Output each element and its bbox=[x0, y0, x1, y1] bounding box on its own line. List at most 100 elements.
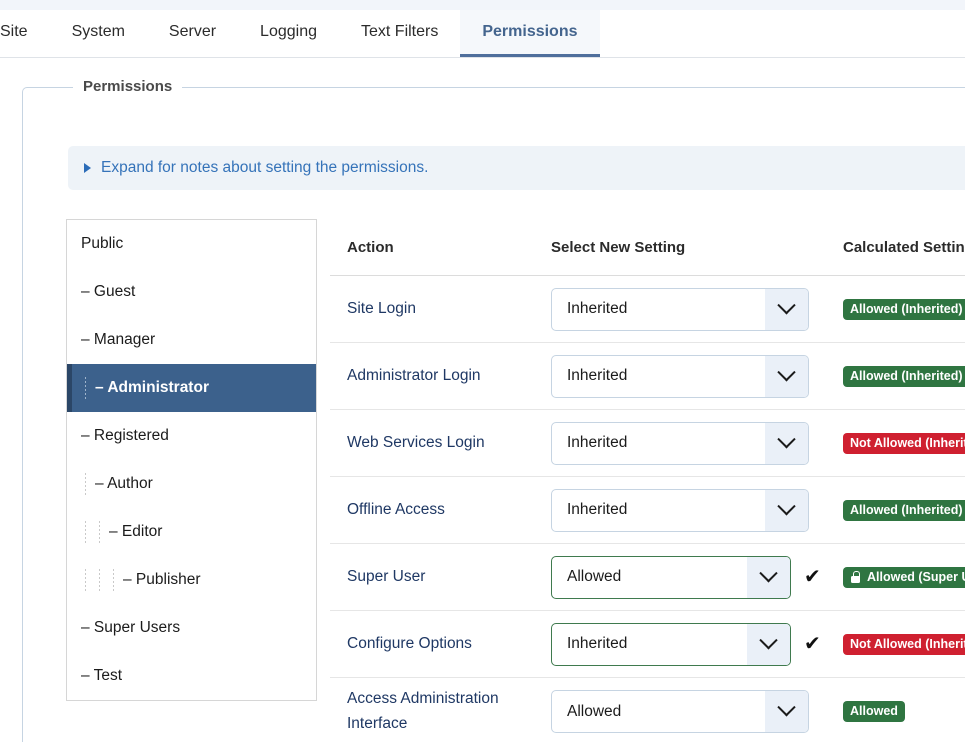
setting-select[interactable]: Inherited bbox=[551, 488, 809, 532]
table-body: Site Login Inherited Allowed (Inherited) Ad… bbox=[330, 276, 965, 742]
sidebar-item-registered[interactable]: – Registered bbox=[67, 412, 316, 460]
sidebar-item-label: – Publisher bbox=[123, 571, 201, 588]
table-row: Offline Access Inherited Allowed (Inherite… bbox=[330, 477, 965, 544]
sidebar-item-label: – Test bbox=[81, 667, 123, 684]
indent-guide-icon bbox=[81, 569, 91, 591]
chevron-down-icon[interactable] bbox=[765, 489, 808, 531]
chevron-down-icon[interactable] bbox=[765, 355, 808, 397]
setting-select[interactable]: Inherited bbox=[551, 622, 791, 666]
indent-guides bbox=[81, 569, 123, 591]
sidebar-item-manager[interactable]: – Manager bbox=[67, 316, 316, 364]
table-row: Site Login Inherited Allowed (Inherited) bbox=[330, 276, 965, 343]
sidebar-item-label: – Author bbox=[95, 475, 153, 492]
sidebar-item-guest[interactable]: – Guest bbox=[67, 268, 316, 316]
status-badge: Allowed (Inherited) bbox=[843, 298, 965, 320]
sidebar-item-super-users[interactable]: – Super Users bbox=[67, 604, 316, 652]
chevron-down-icon[interactable] bbox=[765, 422, 808, 464]
sidebar-item-author[interactable]: – Author bbox=[67, 460, 316, 508]
chevron-down-icon[interactable] bbox=[747, 556, 790, 598]
tab-site[interactable]: Site bbox=[0, 10, 50, 57]
tab-server[interactable]: Server bbox=[147, 10, 238, 57]
column-header-calculated-setting: Calculated Setting bbox=[843, 238, 965, 256]
indent-guides bbox=[81, 521, 109, 543]
sidebar-item-label: – Editor bbox=[109, 523, 163, 540]
chevron-down-icon[interactable] bbox=[747, 623, 790, 665]
check-icon: ✔ bbox=[804, 566, 821, 588]
expand-notes-label: Expand for notes about setting the permi… bbox=[101, 159, 429, 176]
status-badge: Allowed (Inherited) bbox=[843, 499, 965, 521]
calculated-setting-cell: Allowed bbox=[843, 701, 965, 722]
sidebar-item-public[interactable]: Public bbox=[67, 220, 316, 268]
table-header-row: Action Select New Setting Calculated Set… bbox=[330, 219, 965, 276]
table-row: Administrator Login Inherited Allowed (Inh… bbox=[330, 343, 965, 410]
chevron-glyph bbox=[777, 698, 796, 717]
chevron-glyph bbox=[777, 295, 796, 314]
tab-system[interactable]: System bbox=[50, 10, 147, 57]
status-badge-label: Not Allowed (Inherited) bbox=[850, 636, 965, 651]
setting-select-value: Inherited bbox=[567, 501, 628, 518]
setting-cell: Inherited bbox=[551, 287, 843, 331]
status-badge-label: Allowed (Super User) bbox=[867, 569, 965, 584]
status-badge: Allowed bbox=[843, 701, 905, 722]
tab-logging[interactable]: Logging bbox=[238, 10, 339, 57]
action-label: Web Services Login bbox=[347, 433, 485, 451]
sidebar-item-editor[interactable]: – Editor bbox=[67, 508, 316, 556]
chevron-glyph bbox=[759, 563, 778, 582]
permissions-page: Site System Server Logging Text Filters Permi… bbox=[0, 0, 965, 742]
action-label: Offline Access bbox=[347, 500, 445, 518]
table-row: Access Administration Interface Allowed Al… bbox=[330, 678, 965, 742]
expand-notes-toggle[interactable]: Expand for notes about setting the permi… bbox=[68, 146, 965, 190]
setting-cell: Allowed ✔ bbox=[551, 555, 843, 599]
sidebar-item-test[interactable]: – Test bbox=[67, 652, 316, 700]
tab-text-filters[interactable]: Text Filters bbox=[339, 10, 460, 57]
calculated-setting-cell: Not Allowed (Inherited) bbox=[843, 432, 965, 454]
sidebar-item-label: – Guest bbox=[81, 283, 136, 300]
chevron-down-icon[interactable] bbox=[765, 691, 808, 732]
chevron-glyph bbox=[777, 496, 796, 515]
chevron-down-icon[interactable] bbox=[765, 288, 808, 330]
status-badge: Allowed (Super User) bbox=[843, 566, 965, 588]
calculated-setting-cell: Allowed (Inherited) bbox=[843, 298, 965, 320]
fieldset-legend: Permissions bbox=[73, 77, 183, 97]
action-label: Site Login bbox=[347, 299, 416, 317]
indent-guides bbox=[81, 473, 95, 495]
setting-cell: Inherited bbox=[551, 354, 843, 398]
setting-select-value: Inherited bbox=[567, 434, 628, 451]
setting-select-value: Inherited bbox=[567, 300, 628, 317]
setting-select[interactable]: Inherited bbox=[551, 354, 809, 398]
indent-guide-icon bbox=[95, 569, 105, 591]
table-row: Super User Allowed ✔ Allowed (Super User) bbox=[330, 544, 965, 611]
action-label: Access Administration Interface bbox=[347, 690, 499, 732]
sidebar-item-label: – Manager bbox=[81, 331, 156, 348]
top-strip bbox=[0, 0, 965, 10]
setting-select[interactable]: Inherited bbox=[551, 287, 809, 331]
setting-select-value: Allowed bbox=[567, 702, 622, 720]
setting-select[interactable]: Allowed bbox=[551, 690, 809, 733]
status-badge-label: Allowed bbox=[850, 704, 898, 719]
sidebar-item-label: – Registered bbox=[81, 427, 169, 444]
setting-select-value: Allowed bbox=[567, 568, 622, 585]
calculated-setting-cell: Allowed (Inherited) bbox=[843, 365, 965, 387]
sidebar-item-label: – Super Users bbox=[81, 619, 181, 636]
column-header-action: Action bbox=[347, 238, 394, 256]
setting-select-value: Inherited bbox=[567, 635, 628, 652]
status-badge-label: Allowed (Inherited) bbox=[850, 301, 963, 316]
setting-select[interactable]: Allowed bbox=[551, 555, 791, 599]
table-row: Configure Options Inherited ✔ Not Allowed (… bbox=[330, 611, 965, 678]
status-badge-label: Not Allowed (Inherited) bbox=[850, 435, 965, 450]
tab-permissions[interactable]: Permissions bbox=[460, 10, 600, 57]
indent-guide-icon bbox=[109, 569, 119, 591]
chevron-glyph bbox=[777, 362, 796, 381]
sidebar-item-publisher[interactable]: – Publisher bbox=[67, 556, 316, 604]
setting-cell: Allowed bbox=[551, 690, 843, 733]
status-badge: Not Allowed (Inherited) bbox=[843, 432, 965, 454]
calculated-setting-cell: Not Allowed (Inherited) bbox=[843, 633, 965, 655]
action-label: Administrator Login bbox=[347, 366, 481, 384]
tab-bar: Site System Server Logging Text Filters Permi… bbox=[0, 10, 965, 58]
indent-guide-icon bbox=[81, 473, 91, 495]
sidebar-item-administrator[interactable]: – Administrator bbox=[67, 364, 316, 412]
action-label: Super User bbox=[347, 567, 426, 585]
chevron-glyph bbox=[777, 429, 796, 448]
status-badge-label: Allowed (Inherited) bbox=[850, 502, 963, 517]
setting-select[interactable]: Inherited bbox=[551, 421, 809, 465]
